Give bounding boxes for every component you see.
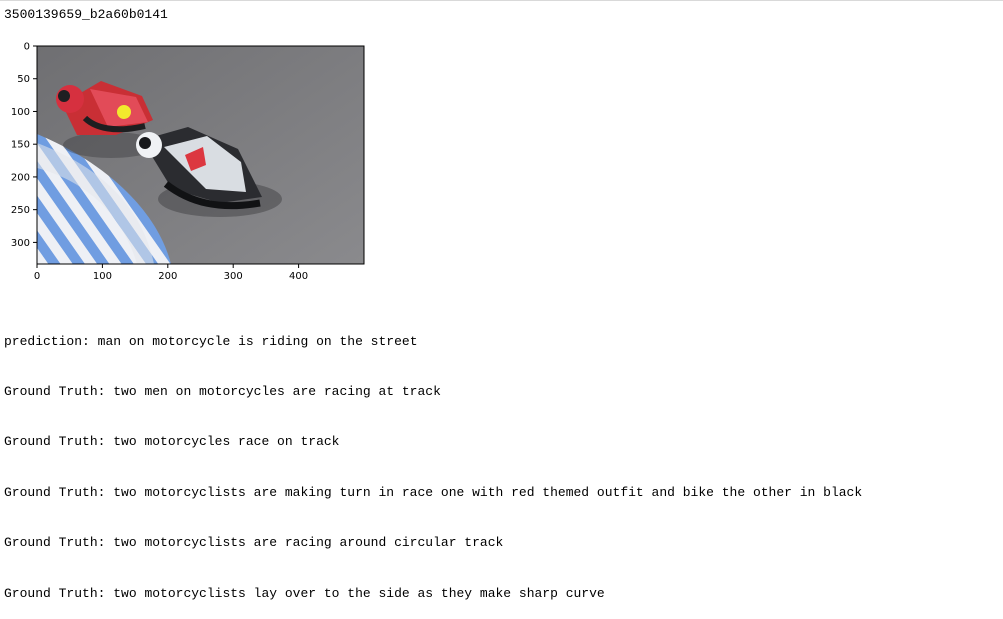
ground-truth-label: Ground Truth: xyxy=(4,585,106,601)
top-divider xyxy=(0,0,1003,1)
x-axis-tick-label: 0 xyxy=(34,271,40,282)
ground-truth-line: Ground Truth: two motorcyclists lay over… xyxy=(4,586,862,603)
ground-truth-text: two motorcyclists lay over to the side a… xyxy=(113,585,605,601)
x-axis-tick-label: 400 xyxy=(289,271,308,282)
prediction-text: man on motorcycle is riding on the stree… xyxy=(97,333,418,349)
x-axis-tick-label: 100 xyxy=(93,271,112,282)
ground-truth-line: Ground Truth: two motorcyclists are maki… xyxy=(4,485,862,502)
y-axis-tick-label: 200 xyxy=(11,172,30,183)
y-axis-tick-label: 150 xyxy=(11,140,30,151)
caption-results: prediction: man on motorcycle is riding … xyxy=(4,300,862,619)
y-axis-tick-label: 250 xyxy=(11,205,30,216)
ground-truth-line: Ground Truth: two men on motorcycles are… xyxy=(4,384,862,401)
y-axis-tick-label: 100 xyxy=(11,107,30,118)
ground-truth-label: Ground Truth: xyxy=(4,434,106,450)
y-axis-tick-label: 0 xyxy=(24,42,30,53)
x-axis-tick-label: 200 xyxy=(158,271,177,282)
x-axis-tick-label: 300 xyxy=(224,271,243,282)
ground-truth-text: two motorcyclists are making turn in rac… xyxy=(113,484,863,500)
ground-truth-line: Ground Truth: two motorcyclists are raci… xyxy=(4,535,862,552)
ground-truth-text: two men on motorcycles are racing at tra… xyxy=(113,383,441,399)
ground-truth-label: Ground Truth: xyxy=(4,535,106,551)
ground-truth-text: two motorcycles race on track xyxy=(113,434,340,450)
ground-truth-line: Ground Truth: two motorcycles race on tr… xyxy=(4,434,862,451)
prediction-label: prediction: xyxy=(4,333,90,349)
prediction-line: prediction: man on motorcycle is riding … xyxy=(4,334,862,351)
y-axis-tick-label: 50 xyxy=(17,74,30,85)
ground-truth-label: Ground Truth: xyxy=(4,383,106,399)
y-axis-ticks: 0 50 100 150 200 250 300 xyxy=(11,42,37,249)
ground-truth-text: two motorcyclists are racing around circ… xyxy=(113,535,504,551)
image-plot: 0 50 100 150 200 250 300 0 100 200 300 400 xyxy=(0,38,370,284)
image-plot-svg: 0 50 100 150 200 250 300 0 100 200 300 400 xyxy=(11,42,365,282)
x-axis-ticks: 0 100 200 300 400 xyxy=(34,264,308,282)
output-image-id: 3500139659_b2a60b0141 xyxy=(4,7,168,22)
y-axis-tick-label: 300 xyxy=(11,238,30,249)
ground-truth-label: Ground Truth: xyxy=(4,484,106,500)
